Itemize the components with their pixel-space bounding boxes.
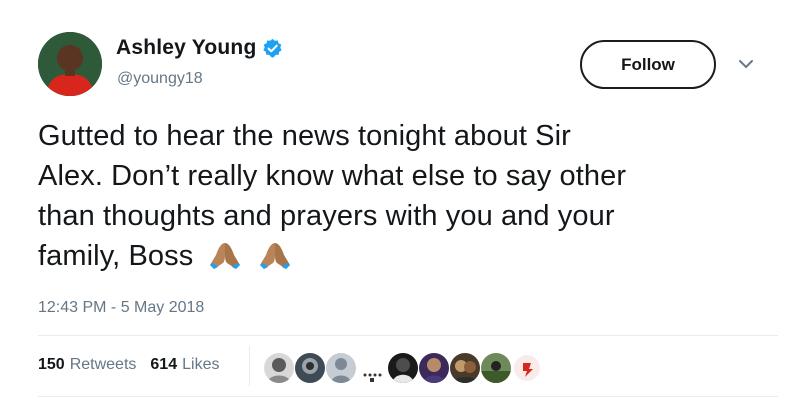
liker-avatar[interactable] bbox=[450, 353, 480, 383]
liker-avatar[interactable] bbox=[295, 353, 325, 383]
author-handle[interactable]: @youngy18 bbox=[117, 70, 203, 88]
tweet-stats: 150 Retweets 614 Likes bbox=[38, 356, 233, 374]
tweet-text-line: Alex. Don’t really know what else to say… bbox=[38, 160, 627, 192]
follow-button[interactable]: Follow bbox=[580, 40, 716, 89]
tweet-text-line: than thoughts and prayers with you and y… bbox=[38, 200, 615, 232]
likes-stat[interactable]: 614 Likes bbox=[150, 356, 219, 374]
author-name-row: Ashley Young bbox=[116, 36, 283, 60]
folded-hands-icon bbox=[256, 239, 294, 271]
liker-avatar[interactable] bbox=[326, 353, 356, 383]
folded-hands-icon bbox=[206, 239, 244, 271]
retweets-label: Retweets bbox=[69, 356, 137, 373]
liker-avatar[interactable] bbox=[357, 353, 387, 383]
chevron-down-icon[interactable] bbox=[738, 57, 754, 69]
liker-avatar[interactable] bbox=[419, 353, 449, 383]
author-display-name[interactable]: Ashley Young bbox=[116, 36, 256, 60]
liker-avatars bbox=[264, 353, 543, 383]
liker-avatar[interactable] bbox=[264, 353, 294, 383]
divider bbox=[38, 335, 778, 336]
author-avatar[interactable] bbox=[38, 32, 102, 96]
liker-avatar[interactable] bbox=[481, 353, 511, 383]
likes-label: Likes bbox=[182, 356, 220, 373]
verified-badge-icon bbox=[262, 38, 283, 59]
tweet-card: Ashley Young @youngy18 Follow Gutted to … bbox=[0, 0, 800, 408]
retweets-count: 150 bbox=[38, 356, 65, 373]
tweet-timestamp[interactable]: 12:43 PM - 5 May 2018 bbox=[38, 299, 204, 317]
tweet-text: Gutted to hear the news tonight about Si… bbox=[38, 116, 778, 276]
retweets-stat[interactable]: 150 Retweets bbox=[38, 356, 136, 374]
divider bbox=[38, 396, 778, 397]
tweet-text-segment: family, Boss bbox=[38, 240, 194, 272]
likes-count: 614 bbox=[150, 356, 178, 373]
liker-avatar[interactable] bbox=[388, 353, 418, 383]
liker-avatar[interactable] bbox=[512, 353, 542, 383]
stats-separator bbox=[249, 346, 250, 386]
tweet-text-line: Gutted to hear the news tonight about Si… bbox=[38, 120, 571, 152]
tweet-text-line: family, Boss bbox=[38, 236, 778, 276]
